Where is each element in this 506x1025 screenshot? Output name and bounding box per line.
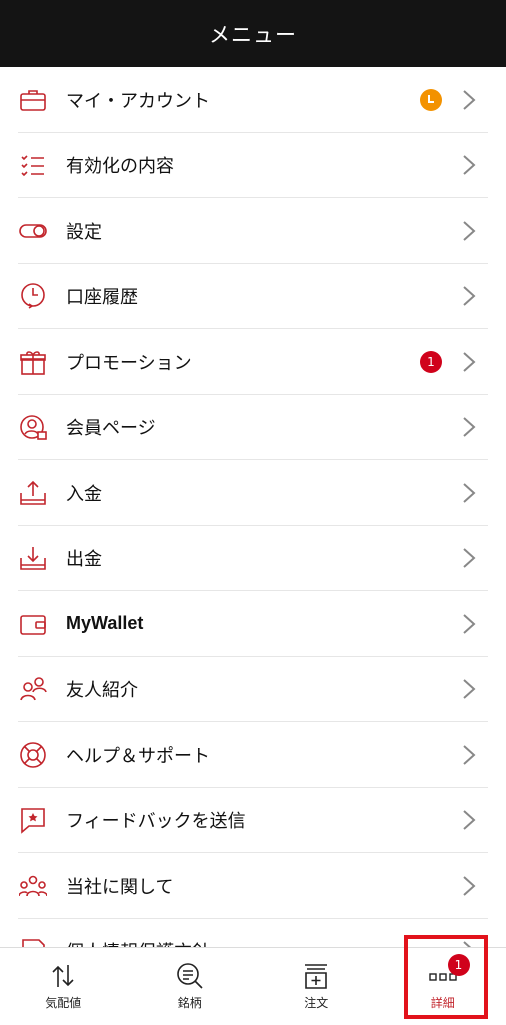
gift-icon (18, 347, 48, 377)
chevron-right-icon (462, 285, 482, 307)
bottom-nav: 気配値 銘柄 注文 1 詳細 (0, 947, 506, 1025)
menu-item-label: 出金 (66, 545, 462, 571)
tab-order[interactable]: 注文 (253, 948, 380, 1025)
menu-item-label: 会員ページ (66, 414, 462, 440)
menu-item-label: フィードバックを送信 (66, 807, 462, 833)
menu-item-member-page[interactable]: 会員ページ (0, 395, 506, 461)
menu-item-label: 設定 (66, 218, 462, 244)
chevron-right-icon (462, 547, 482, 569)
wallet-icon (18, 609, 48, 639)
clock-icon (420, 89, 442, 111)
quotes-icon (49, 962, 77, 990)
chevron-right-icon (462, 154, 482, 176)
search-list-icon (176, 962, 204, 990)
menu-item-feedback[interactable]: フィードバックを送信 (0, 788, 506, 854)
menu-item-label: 有効化の内容 (66, 152, 462, 178)
checklist-icon (18, 150, 48, 180)
deposit-icon (18, 478, 48, 508)
chevron-right-icon (462, 351, 482, 373)
chevron-right-icon (462, 809, 482, 831)
chevron-right-icon (462, 482, 482, 504)
briefcase-icon (18, 85, 48, 115)
menu-item-label: 個人情報保護方針 (66, 938, 462, 947)
chevron-right-icon (462, 220, 482, 242)
menu-item-label: 当社に関して (66, 873, 462, 899)
menu-item-settings[interactable]: 設定 (0, 198, 506, 264)
history-clock-icon (18, 281, 48, 311)
chevron-right-icon (462, 613, 482, 635)
company-icon (18, 871, 48, 901)
menu-item-label: 口座履歴 (66, 283, 462, 309)
menu-item-deposit[interactable]: 入金 (0, 460, 506, 526)
menu-item-help-support[interactable]: ヘルプ＆サポート (0, 722, 506, 788)
lifebuoy-icon (18, 740, 48, 770)
menu-list[interactable]: マイ・アカウント 有効化の内容 設定 口座履歴 プロモーション 1 (0, 67, 506, 947)
tab-quotes[interactable]: 気配値 (0, 948, 127, 1025)
menu-item-privacy-policy[interactable]: 個人情報保護方針 (0, 919, 506, 948)
menu-item-label: マイ・アカウント (66, 87, 420, 113)
tab-label: 注文 (304, 994, 328, 1011)
tab-details[interactable]: 1 詳細 (380, 948, 506, 1025)
menu-item-activation[interactable]: 有効化の内容 (0, 133, 506, 199)
chevron-right-icon (462, 875, 482, 897)
user-lock-icon (18, 412, 48, 442)
header-bar: メニュー (0, 0, 506, 67)
tab-label: 銘柄 (178, 994, 202, 1011)
friends-icon (18, 674, 48, 704)
chevron-right-icon (462, 744, 482, 766)
menu-item-mywallet[interactable]: MyWallet (0, 591, 506, 657)
tab-label: 詳細 (431, 994, 455, 1011)
document-icon (18, 936, 48, 947)
order-icon (302, 962, 330, 990)
menu-item-label: 入金 (66, 480, 462, 506)
chevron-right-icon (462, 678, 482, 700)
chevron-right-icon (462, 940, 482, 947)
menu-item-about-company[interactable]: 当社に関して (0, 853, 506, 919)
menu-item-label: 友人紹介 (66, 676, 462, 702)
toggle-icon (18, 216, 48, 246)
menu-item-label: プロモーション (66, 349, 420, 375)
menu-item-my-account[interactable]: マイ・アカウント (0, 67, 506, 133)
tab-label: 気配値 (45, 994, 81, 1011)
menu-item-label: MyWallet (66, 613, 462, 634)
menu-item-promotion[interactable]: プロモーション 1 (0, 329, 506, 395)
notification-badge: 1 (420, 351, 442, 373)
chevron-right-icon (462, 416, 482, 438)
tab-symbols[interactable]: 銘柄 (127, 948, 254, 1025)
chevron-right-icon (462, 89, 482, 111)
menu-item-history[interactable]: 口座履歴 (0, 264, 506, 330)
menu-item-referral[interactable]: 友人紹介 (0, 657, 506, 723)
notification-badge: 1 (448, 954, 470, 976)
menu-item-label: ヘルプ＆サポート (66, 742, 462, 768)
withdraw-icon (18, 543, 48, 573)
menu-item-withdraw[interactable]: 出金 (0, 526, 506, 592)
feedback-icon (18, 805, 48, 835)
page-title: メニュー (209, 19, 297, 49)
